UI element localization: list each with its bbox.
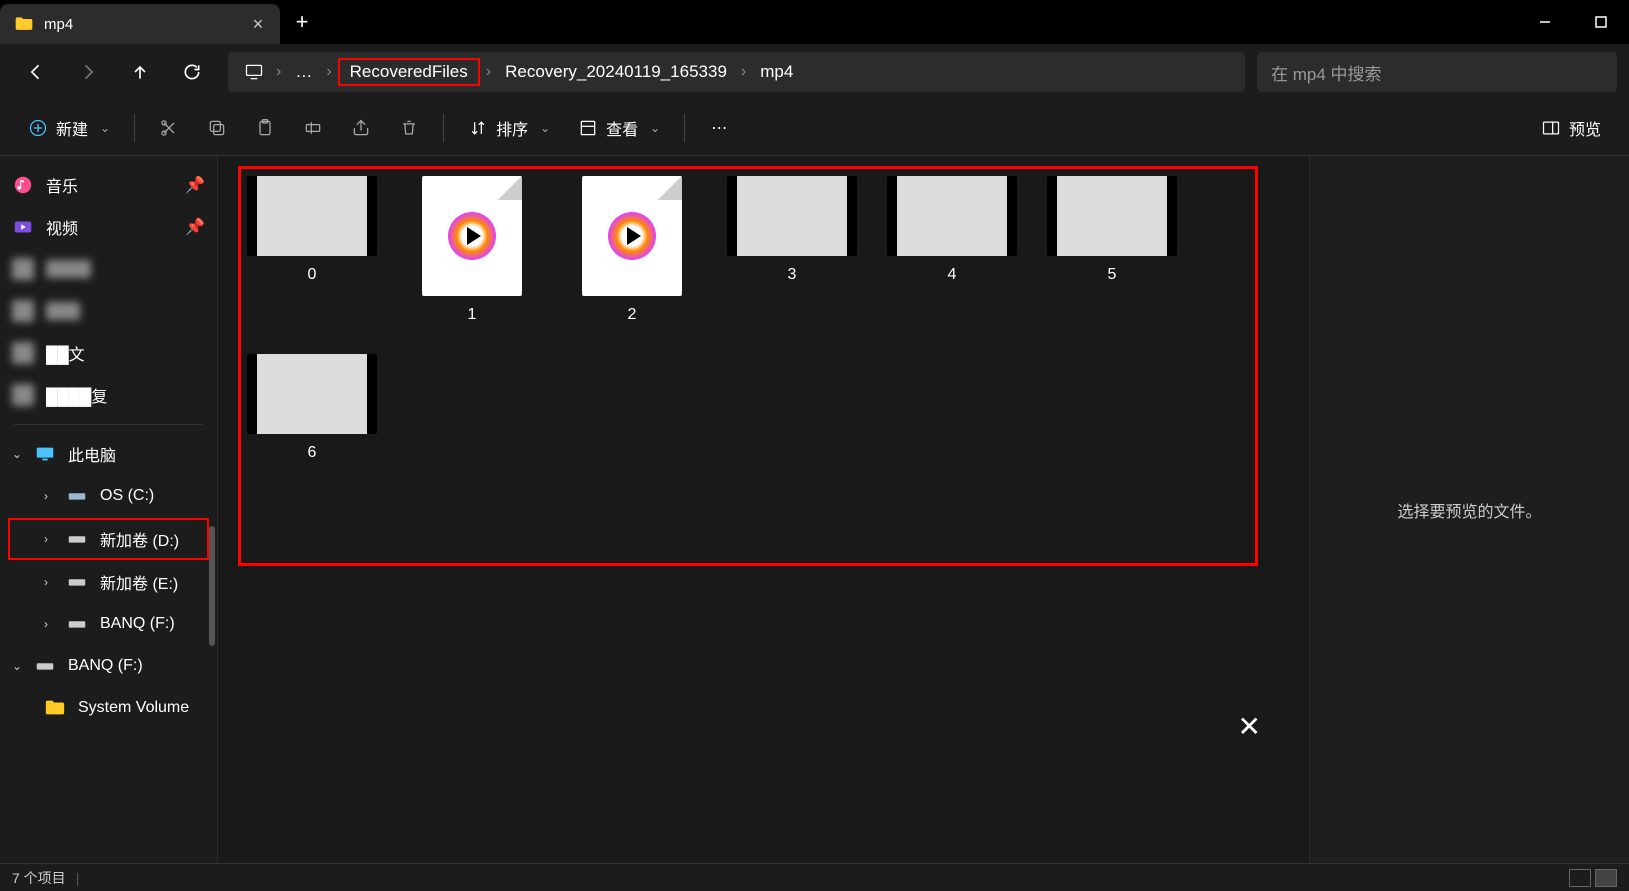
main-area: 音乐 📌 视频 📌 ████ ███ ██文 ████复 ⌄ 此电脑 › OS … xyxy=(0,156,1629,863)
drive-icon xyxy=(66,613,88,635)
cut-button[interactable] xyxy=(147,108,191,148)
details-view-button[interactable] xyxy=(1569,869,1591,887)
video-icon xyxy=(12,216,34,238)
file-item[interactable]: 0 xyxy=(242,176,382,324)
music-icon xyxy=(12,174,34,196)
refresh-button[interactable] xyxy=(168,52,216,92)
chevron-right-icon[interactable]: › xyxy=(320,63,337,81)
sidebar-item-blurred[interactable]: ████复 xyxy=(0,374,217,416)
more-button[interactable]: ⋯ xyxy=(697,108,741,148)
drive-icon xyxy=(34,655,56,677)
file-name: 5 xyxy=(1108,266,1117,284)
breadcrumb-seg-mp4[interactable]: mp4 xyxy=(752,62,801,82)
chevron-down-icon[interactable]: ⌄ xyxy=(12,447,28,461)
statusbar: 7 个项目 | xyxy=(0,863,1629,891)
status-item-count: 7 个项目 xyxy=(12,868,66,888)
view-button[interactable]: 查看⌄ xyxy=(566,108,672,148)
file-item[interactable]: 1 xyxy=(402,176,542,324)
new-button[interactable]: 新建⌄ xyxy=(16,108,122,148)
ellipsis-breadcrumb[interactable]: … xyxy=(287,62,320,82)
chevron-right-icon[interactable]: › xyxy=(735,63,752,81)
file-name: 0 xyxy=(308,266,317,284)
drive-icon xyxy=(66,485,88,507)
chevron-right-icon[interactable]: › xyxy=(270,63,287,81)
preview-pane: 选择要预览的文件。 xyxy=(1309,156,1629,863)
chevron-right-icon[interactable]: › xyxy=(480,63,497,81)
delete-button[interactable] xyxy=(387,108,431,148)
close-overlay-button[interactable]: ✕ xyxy=(1238,710,1261,743)
rename-button[interactable] xyxy=(291,108,335,148)
preview-empty-text: 选择要预览的文件。 xyxy=(1397,498,1541,522)
file-item[interactable]: 2 xyxy=(562,176,702,324)
sidebar-item-video[interactable]: 视频 📌 xyxy=(0,206,217,248)
sidebar-item-drive-f2[interactable]: ⌄ BANQ (F:) xyxy=(0,645,217,687)
chevron-down-icon[interactable]: ⌄ xyxy=(12,659,28,673)
back-button[interactable] xyxy=(12,52,60,92)
breadcrumb-seg-recoveredfiles[interactable]: RecoveredFiles xyxy=(338,58,480,86)
search-input[interactable]: 在 mp4 中搜索 xyxy=(1257,52,1617,92)
sidebar-item-drive-f[interactable]: › BANQ (F:) xyxy=(0,603,217,645)
video-thumbnail xyxy=(887,176,1017,256)
minimize-button[interactable] xyxy=(1517,0,1573,44)
forward-button[interactable] xyxy=(64,52,112,92)
file-name: 6 xyxy=(308,444,317,462)
file-name: 3 xyxy=(788,266,797,284)
close-tab-button[interactable]: × xyxy=(250,14,266,35)
breadcrumb-seg-recovery[interactable]: Recovery_20240119_165339 xyxy=(497,62,735,82)
window-tab[interactable]: mp4 × xyxy=(0,4,280,44)
file-item[interactable]: 6 xyxy=(242,354,382,462)
sidebar-item-blurred[interactable]: ██文 xyxy=(0,332,217,374)
navbar: › … › RecoveredFiles › Recovery_20240119… xyxy=(0,44,1629,100)
chevron-right-icon[interactable]: › xyxy=(44,617,60,631)
video-thumbnail xyxy=(247,176,377,256)
file-name: 1 xyxy=(468,306,477,324)
pin-icon: 📌 xyxy=(185,217,205,237)
video-thumbnail xyxy=(247,354,377,434)
toolbar: 新建⌄ 排序⌄ 查看⌄ ⋯ 预览 xyxy=(0,100,1629,156)
folder-icon xyxy=(14,14,34,34)
titlebar: mp4 × + xyxy=(0,0,1629,44)
file-item[interactable]: 3 xyxy=(722,176,862,324)
sidebar-item-thispc[interactable]: ⌄ 此电脑 xyxy=(0,433,217,475)
video-thumbnail xyxy=(1047,176,1177,256)
tiles-view-button[interactable] xyxy=(1595,869,1617,887)
sidebar-item-drive-d[interactable]: › 新加卷 (D:) xyxy=(8,518,209,560)
sidebar-item-drive-c[interactable]: › OS (C:) xyxy=(0,475,217,517)
file-name: 4 xyxy=(948,266,957,284)
pc-icon xyxy=(34,443,56,465)
chevron-right-icon[interactable]: › xyxy=(44,489,60,503)
media-file-icon xyxy=(422,176,522,296)
sidebar-item-blurred[interactable]: ███ xyxy=(0,290,217,332)
sidebar-item-drive-e[interactable]: › 新加卷 (E:) xyxy=(0,561,217,603)
up-button[interactable] xyxy=(116,52,164,92)
share-button[interactable] xyxy=(339,108,383,148)
file-item[interactable]: 4 xyxy=(882,176,1022,324)
search-placeholder: 在 mp4 中搜索 xyxy=(1271,60,1382,85)
monitor-icon xyxy=(238,52,270,92)
file-name: 2 xyxy=(628,306,637,324)
sidebar: 音乐 📌 视频 📌 ████ ███ ██文 ████复 ⌄ 此电脑 › OS … xyxy=(0,156,218,863)
paste-button[interactable] xyxy=(243,108,287,148)
sidebar-item-blurred[interactable]: ████ xyxy=(0,248,217,290)
preview-toggle[interactable]: 预览 xyxy=(1529,108,1613,148)
maximize-button[interactable] xyxy=(1573,0,1629,44)
new-tab-button[interactable]: + xyxy=(280,0,324,44)
drive-icon xyxy=(66,571,88,593)
chevron-right-icon[interactable]: › xyxy=(44,532,60,546)
video-thumbnail xyxy=(727,176,857,256)
sidebar-item-music[interactable]: 音乐 📌 xyxy=(0,164,217,206)
copy-button[interactable] xyxy=(195,108,239,148)
window-controls xyxy=(1517,0,1629,44)
drive-icon xyxy=(66,528,88,550)
address-bar[interactable]: › … › RecoveredFiles › Recovery_20240119… xyxy=(228,52,1245,92)
sort-button[interactable]: 排序⌄ xyxy=(456,108,562,148)
tab-title: mp4 xyxy=(44,16,250,33)
file-view[interactable]: 0 1 2 3 4 5 6 ✕ xyxy=(218,156,1309,863)
chevron-right-icon[interactable]: › xyxy=(44,575,60,589)
sidebar-item-sysvol[interactable]: System Volume xyxy=(0,687,217,729)
file-item[interactable]: 5 xyxy=(1042,176,1182,324)
folder-icon xyxy=(44,697,66,719)
media-file-icon xyxy=(582,176,682,296)
pin-icon: 📌 xyxy=(185,175,205,195)
